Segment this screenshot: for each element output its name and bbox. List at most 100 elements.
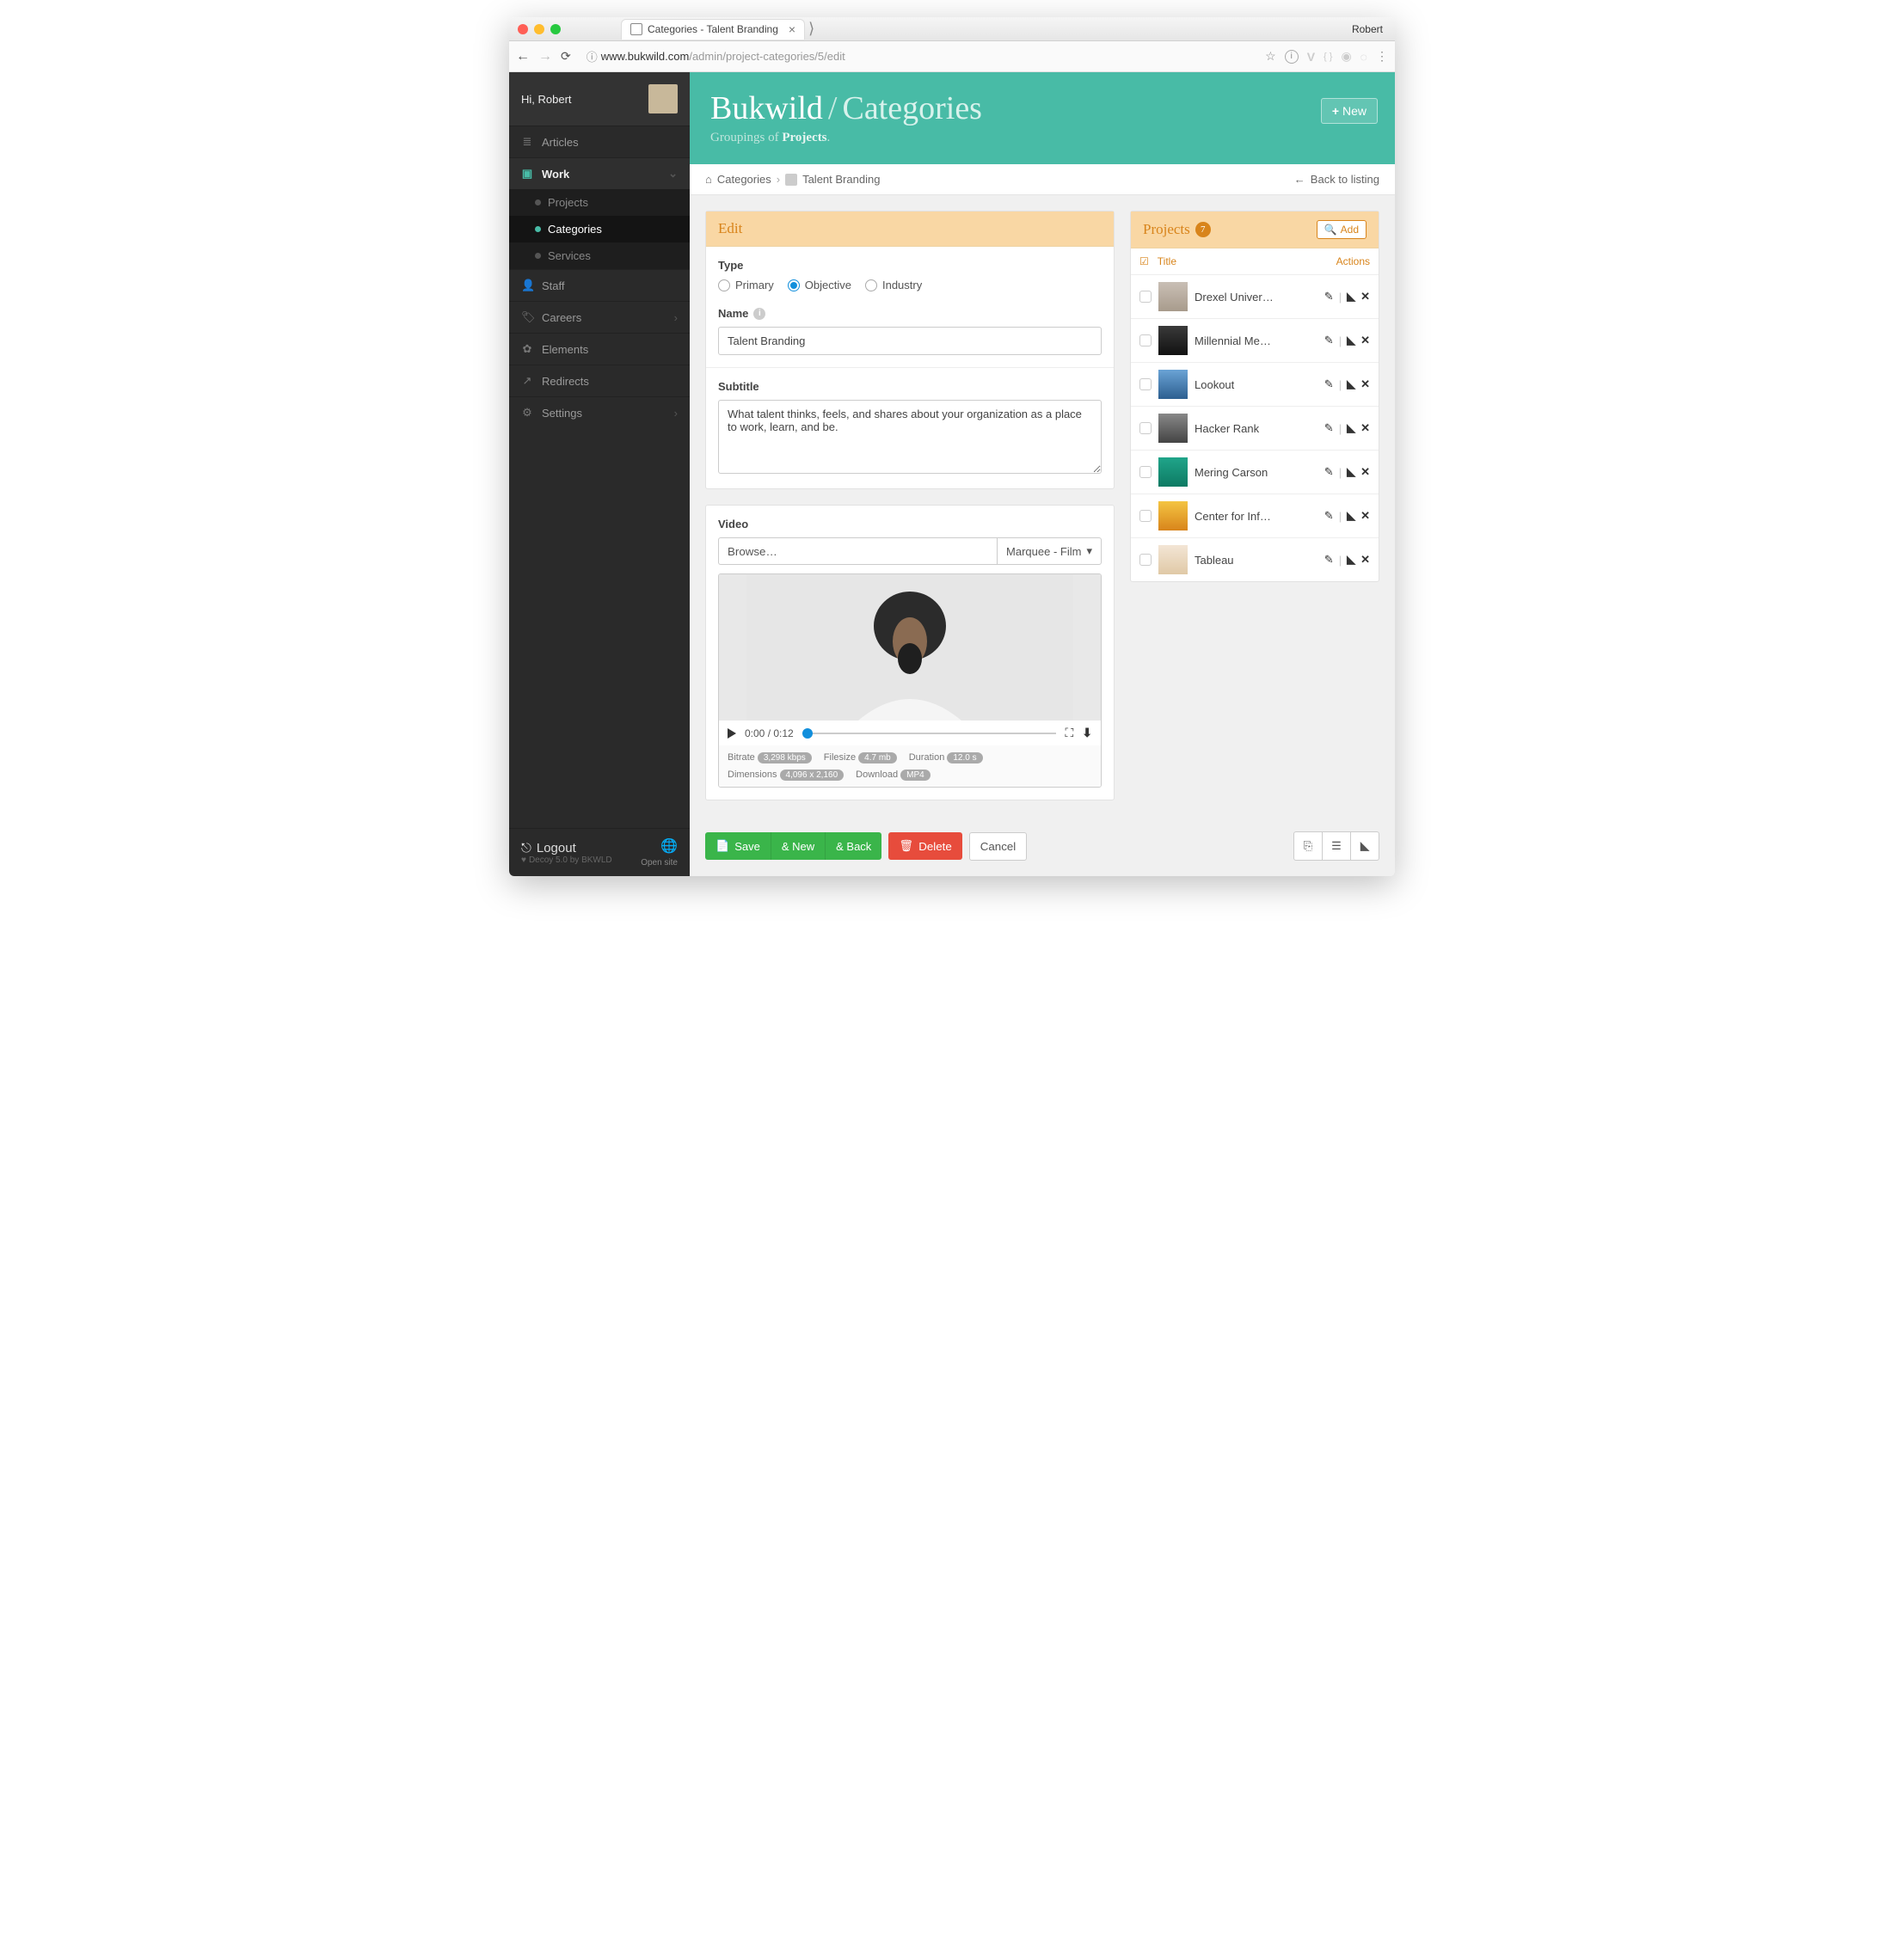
name-input[interactable] bbox=[718, 327, 1102, 355]
project-row[interactable]: Tableau ✎| ◣ ✕ bbox=[1131, 538, 1379, 581]
info-circle-icon[interactable]: i bbox=[1285, 50, 1299, 64]
checkbox[interactable] bbox=[1139, 510, 1152, 522]
avatar[interactable] bbox=[648, 84, 678, 113]
radio-objective[interactable]: Objective bbox=[788, 279, 851, 291]
info-icon[interactable]: ⓘ bbox=[587, 48, 598, 64]
address-bar[interactable]: ⓘ www.bukwild.com/admin/project-categori… bbox=[580, 45, 1256, 68]
radio-industry[interactable]: Industry bbox=[865, 279, 922, 291]
bookmark-icon[interactable]: ◣ bbox=[1350, 831, 1379, 861]
close-window[interactable] bbox=[518, 24, 528, 34]
close-tab-icon[interactable]: × bbox=[789, 22, 795, 36]
delete-button[interactable]: 🗑Delete bbox=[888, 832, 961, 860]
edit-icon[interactable]: ✎ bbox=[1324, 553, 1334, 567]
flag-icon[interactable]: ◣ bbox=[1347, 290, 1355, 304]
browser-tab[interactable]: Categories - Talent Branding × bbox=[621, 19, 805, 40]
project-row[interactable]: Hacker Rank ✎| ◣ ✕ bbox=[1131, 407, 1379, 451]
video-preview[interactable] bbox=[719, 574, 1101, 721]
sidebar-item-redirects[interactable]: ↗Redirects bbox=[509, 365, 690, 396]
reload-icon[interactable]: ⟳ bbox=[561, 49, 571, 64]
edit-icon[interactable]: ✎ bbox=[1324, 465, 1334, 479]
flag-icon[interactable]: ◣ bbox=[1347, 465, 1355, 479]
select-all-icon[interactable]: ☑ bbox=[1139, 255, 1149, 267]
sidebar-item-settings[interactable]: ⚙Settings› bbox=[509, 396, 690, 428]
radio-primary[interactable]: Primary bbox=[718, 279, 774, 291]
sidebar: Hi, Robert ≣Articles ▣Work⌄ Projects Cat… bbox=[509, 72, 690, 876]
brackets-icon[interactable]: { } bbox=[1324, 52, 1332, 62]
extension-icon[interactable]: ◌ bbox=[1360, 50, 1367, 64]
minimize-window[interactable] bbox=[534, 24, 544, 34]
project-name: Millennial Me… bbox=[1195, 334, 1317, 347]
crumb-root[interactable]: Categories bbox=[717, 173, 771, 186]
sidebar-item-elements[interactable]: ✿Elements bbox=[509, 333, 690, 365]
project-row[interactable]: Millennial Me… ✎| ◣ ✕ bbox=[1131, 319, 1379, 363]
home-icon[interactable]: ⌂ bbox=[705, 173, 712, 186]
breadcrumb: ⌂ Categories › Talent Branding ←Back to … bbox=[690, 164, 1395, 195]
person-icon: 👤 bbox=[521, 279, 533, 292]
checkbox[interactable] bbox=[1139, 422, 1152, 434]
chrome-profile[interactable]: Robert bbox=[1352, 23, 1386, 35]
sidebar-item-services[interactable]: Services bbox=[509, 242, 690, 269]
download-icon[interactable]: ⬇ bbox=[1082, 726, 1092, 740]
remove-icon[interactable]: ✕ bbox=[1360, 377, 1370, 391]
list-view-icon[interactable]: ☰ bbox=[1322, 831, 1351, 861]
project-row[interactable]: Center for Inf… ✎| ◣ ✕ bbox=[1131, 494, 1379, 538]
remove-icon[interactable]: ✕ bbox=[1360, 290, 1370, 304]
star-icon[interactable]: ☆ bbox=[1265, 49, 1276, 64]
camera-icon[interactable]: ◉ bbox=[1341, 49, 1351, 64]
project-row[interactable]: Lookout ✎| ◣ ✕ bbox=[1131, 363, 1379, 407]
file-path-input[interactable] bbox=[786, 537, 997, 565]
remove-icon[interactable]: ✕ bbox=[1360, 421, 1370, 435]
sidebar-item-careers[interactable]: 🏷Careers› bbox=[509, 301, 690, 333]
vue-icon[interactable]: V bbox=[1307, 50, 1315, 64]
checkbox[interactable] bbox=[1139, 554, 1152, 566]
zoom-window[interactable] bbox=[550, 24, 561, 34]
name-label: Namei bbox=[718, 307, 1102, 320]
back-icon[interactable]: ← bbox=[516, 49, 530, 64]
edit-icon[interactable]: ✎ bbox=[1324, 377, 1334, 391]
menu-icon[interactable]: ⋮ bbox=[1376, 49, 1388, 64]
back-to-listing[interactable]: ←Back to listing bbox=[1294, 173, 1379, 186]
new-button[interactable]: + New bbox=[1321, 98, 1378, 124]
remove-icon[interactable]: ✕ bbox=[1360, 334, 1370, 347]
globe-icon: 🌐 bbox=[641, 837, 678, 855]
edit-icon[interactable]: ✎ bbox=[1324, 421, 1334, 435]
save-button[interactable]: 📄Save bbox=[705, 832, 771, 860]
save-and-new-button[interactable]: & New bbox=[771, 832, 826, 860]
edit-icon[interactable]: ✎ bbox=[1324, 290, 1334, 304]
checkbox[interactable] bbox=[1139, 334, 1152, 346]
flag-icon[interactable]: ◣ bbox=[1347, 509, 1355, 523]
video-scrubber[interactable] bbox=[802, 733, 1057, 734]
cancel-button[interactable]: Cancel bbox=[969, 832, 1028, 861]
fullscreen-icon[interactable]: ⛶ bbox=[1065, 726, 1073, 740]
remove-icon[interactable]: ✕ bbox=[1360, 465, 1370, 479]
logout-button[interactable]: ⎋Logout bbox=[521, 841, 612, 855]
sidebar-item-articles[interactable]: ≣Articles bbox=[509, 126, 690, 157]
flag-icon[interactable]: ◣ bbox=[1347, 377, 1355, 391]
project-row[interactable]: Mering Carson ✎| ◣ ✕ bbox=[1131, 451, 1379, 494]
save-and-back-button[interactable]: & Back bbox=[826, 832, 881, 860]
sidebar-item-work[interactable]: ▣Work⌄ bbox=[509, 157, 690, 189]
subtitle-textarea[interactable]: What talent thinks, feels, and shares ab… bbox=[718, 400, 1102, 474]
browse-button[interactable]: Browse… bbox=[718, 537, 786, 565]
flag-icon[interactable]: ◣ bbox=[1347, 421, 1355, 435]
checkbox[interactable] bbox=[1139, 466, 1152, 478]
project-row[interactable]: Drexel Univer… ✎| ◣ ✕ bbox=[1131, 275, 1379, 319]
remove-icon[interactable]: ✕ bbox=[1360, 553, 1370, 567]
video-select[interactable]: Marquee - Film▾ bbox=[997, 537, 1102, 565]
play-icon[interactable] bbox=[728, 728, 736, 739]
edit-icon[interactable]: ✎ bbox=[1324, 334, 1334, 347]
sidebar-item-categories[interactable]: Categories bbox=[509, 216, 690, 242]
new-tab-button[interactable]: ⟩ bbox=[808, 20, 814, 38]
checkbox[interactable] bbox=[1139, 378, 1152, 390]
remove-icon[interactable]: ✕ bbox=[1360, 509, 1370, 523]
open-site-link[interactable]: 🌐 Open site bbox=[641, 837, 678, 868]
sidebar-item-staff[interactable]: 👤Staff bbox=[509, 269, 690, 301]
flag-icon[interactable]: ◣ bbox=[1347, 334, 1355, 347]
edit-icon[interactable]: ✎ bbox=[1324, 509, 1334, 523]
flag-icon[interactable]: ◣ bbox=[1347, 553, 1355, 567]
sidebar-item-projects[interactable]: Projects bbox=[509, 189, 690, 216]
duplicate-icon[interactable]: ⎘ bbox=[1293, 831, 1323, 861]
checkbox[interactable] bbox=[1139, 291, 1152, 303]
add-project-button[interactable]: 🔍Add bbox=[1317, 220, 1367, 239]
info-icon[interactable]: i bbox=[753, 308, 765, 320]
